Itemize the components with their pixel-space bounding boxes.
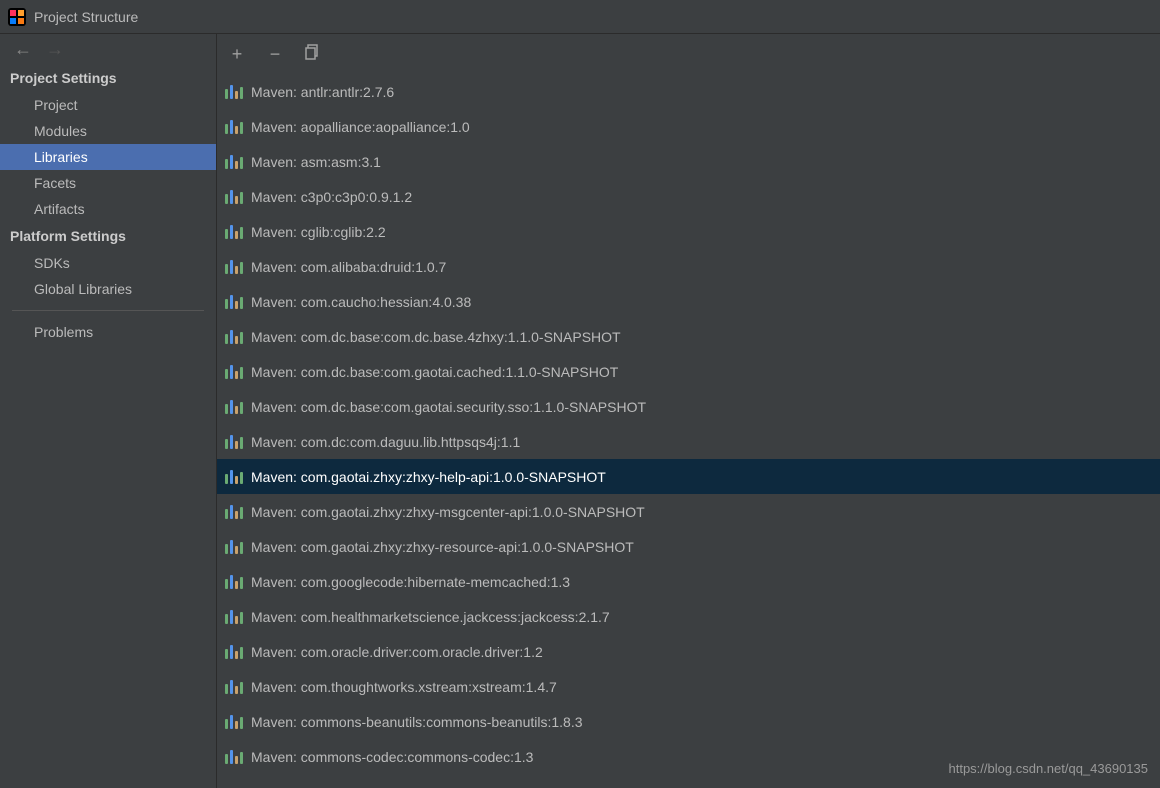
library-label: Maven: commons-beanutils:commons-beanuti… bbox=[251, 714, 583, 730]
main: ← → Project Settings Project Modules Lib… bbox=[0, 34, 1160, 788]
library-row[interactable]: Maven: com.thoughtworks.xstream:xstream:… bbox=[217, 669, 1160, 704]
sidebar-item-global-libraries[interactable]: Global Libraries bbox=[0, 276, 216, 302]
library-row[interactable]: Maven: com.caucho:hessian:4.0.38 bbox=[217, 284, 1160, 319]
library-icon bbox=[225, 610, 243, 624]
library-icon bbox=[225, 295, 243, 309]
library-label: Maven: com.gaotai.zhxy:zhxy-resource-api… bbox=[251, 539, 634, 555]
library-label: Maven: com.dc.base:com.gaotai.cached:1.1… bbox=[251, 364, 618, 380]
library-row[interactable]: Maven: com.googlecode:hibernate-memcache… bbox=[217, 564, 1160, 599]
sidebar-item-label: Libraries bbox=[34, 149, 88, 165]
forward-arrow-icon[interactable]: → bbox=[46, 39, 64, 60]
library-row[interactable]: Maven: com.gaotai.zhxy:zhxy-help-api:1.0… bbox=[217, 459, 1160, 494]
sidebar-item-label: Modules bbox=[34, 123, 87, 139]
library-icon bbox=[225, 505, 243, 519]
library-label: Maven: com.dc:com.daguu.lib.httpsqs4j:1.… bbox=[251, 434, 520, 450]
library-icon bbox=[225, 155, 243, 169]
library-label: Maven: com.thoughtworks.xstream:xstream:… bbox=[251, 679, 557, 695]
library-label: Maven: com.healthmarketscience.jackcess:… bbox=[251, 609, 610, 625]
sidebar-item-label: Artifacts bbox=[34, 201, 85, 217]
library-icon bbox=[225, 190, 243, 204]
section-header-project-settings: Project Settings bbox=[0, 64, 216, 92]
library-icon bbox=[225, 120, 243, 134]
nav-arrows: ← → bbox=[0, 34, 216, 64]
library-label: Maven: aopalliance:aopalliance:1.0 bbox=[251, 119, 470, 135]
sidebar-item-label: Problems bbox=[34, 324, 93, 340]
library-row[interactable]: Maven: commons-codec:commons-codec:1.3 bbox=[217, 739, 1160, 774]
library-row[interactable]: Maven: asm:asm:3.1 bbox=[217, 144, 1160, 179]
library-row[interactable]: Maven: com.dc.base:com.gaotai.cached:1.1… bbox=[217, 354, 1160, 389]
library-label: Maven: antlr:antlr:2.7.6 bbox=[251, 84, 394, 100]
library-row[interactable]: Maven: antlr:antlr:2.7.6 bbox=[217, 74, 1160, 109]
library-label: Maven: com.gaotai.zhxy:zhxy-help-api:1.0… bbox=[251, 469, 606, 485]
library-icon bbox=[225, 365, 243, 379]
library-icon bbox=[225, 750, 243, 764]
library-row[interactable]: Maven: com.gaotai.zhxy:zhxy-resource-api… bbox=[217, 529, 1160, 564]
library-label: Maven: com.gaotai.zhxy:zhxy-msgcenter-ap… bbox=[251, 504, 645, 520]
library-label: Maven: com.dc.base:com.gaotai.security.s… bbox=[251, 399, 646, 415]
toolbar: + − bbox=[217, 34, 1160, 74]
sidebar-item-label: Facets bbox=[34, 175, 76, 191]
library-icon bbox=[225, 330, 243, 344]
sidebar-divider bbox=[12, 310, 204, 311]
window-title: Project Structure bbox=[34, 9, 138, 25]
sidebar-item-sdks[interactable]: SDKs bbox=[0, 250, 216, 276]
app-icon bbox=[8, 8, 26, 26]
titlebar: Project Structure bbox=[0, 0, 1160, 34]
library-label: Maven: cglib:cglib:2.2 bbox=[251, 224, 386, 240]
library-icon bbox=[225, 400, 243, 414]
library-row[interactable]: Maven: com.healthmarketscience.jackcess:… bbox=[217, 599, 1160, 634]
add-button[interactable]: + bbox=[227, 44, 247, 65]
library-icon bbox=[225, 470, 243, 484]
sidebar-item-label: Project bbox=[34, 97, 78, 113]
library-row[interactable]: Maven: c3p0:c3p0:0.9.1.2 bbox=[217, 179, 1160, 214]
library-label: Maven: com.alibaba:druid:1.0.7 bbox=[251, 259, 446, 275]
library-icon bbox=[225, 435, 243, 449]
library-list[interactable]: Maven: antlr:antlr:2.7.6 Maven: aopallian… bbox=[217, 74, 1160, 788]
sidebar-item-label: SDKs bbox=[34, 255, 70, 271]
sidebar-item-label: Global Libraries bbox=[34, 281, 132, 297]
library-label: Maven: com.oracle.driver:com.oracle.driv… bbox=[251, 644, 543, 660]
library-row[interactable]: Maven: com.dc:com.daguu.lib.httpsqs4j:1.… bbox=[217, 424, 1160, 459]
library-row[interactable]: Maven: com.alibaba:druid:1.0.7 bbox=[217, 249, 1160, 284]
remove-button[interactable]: − bbox=[265, 44, 285, 65]
sidebar-item-artifacts[interactable]: Artifacts bbox=[0, 196, 216, 222]
library-row[interactable]: Maven: cglib:cglib:2.2 bbox=[217, 214, 1160, 249]
library-icon bbox=[225, 645, 243, 659]
sidebar-item-problems[interactable]: Problems bbox=[0, 319, 216, 345]
library-label: Maven: com.dc.base:com.dc.base.4zhxy:1.1… bbox=[251, 329, 621, 345]
library-icon bbox=[225, 575, 243, 589]
sidebar: ← → Project Settings Project Modules Lib… bbox=[0, 34, 217, 788]
library-label: Maven: c3p0:c3p0:0.9.1.2 bbox=[251, 189, 412, 205]
library-icon bbox=[225, 225, 243, 239]
library-row[interactable]: Maven: com.oracle.driver:com.oracle.driv… bbox=[217, 634, 1160, 669]
content: + − Maven: antlr:antlr:2.7.6 Maven: aopal… bbox=[217, 34, 1160, 788]
back-arrow-icon[interactable]: ← bbox=[14, 39, 32, 60]
library-row[interactable]: Maven: com.dc.base:com.dc.base.4zhxy:1.1… bbox=[217, 319, 1160, 354]
library-icon bbox=[225, 85, 243, 99]
library-icon bbox=[225, 260, 243, 274]
sidebar-item-modules[interactable]: Modules bbox=[0, 118, 216, 144]
library-icon bbox=[225, 540, 243, 554]
library-icon bbox=[225, 715, 243, 729]
library-label: Maven: com.googlecode:hibernate-memcache… bbox=[251, 574, 570, 590]
library-icon bbox=[225, 680, 243, 694]
library-row[interactable]: Maven: com.dc.base:com.gaotai.security.s… bbox=[217, 389, 1160, 424]
library-row[interactable]: Maven: commons-beanutils:commons-beanuti… bbox=[217, 704, 1160, 739]
sidebar-item-project[interactable]: Project bbox=[0, 92, 216, 118]
sidebar-item-facets[interactable]: Facets bbox=[0, 170, 216, 196]
copy-button[interactable] bbox=[303, 44, 323, 65]
library-label: Maven: commons-codec:commons-codec:1.3 bbox=[251, 749, 533, 765]
sidebar-item-libraries[interactable]: Libraries bbox=[0, 144, 216, 170]
library-row[interactable]: Maven: aopalliance:aopalliance:1.0 bbox=[217, 109, 1160, 144]
library-label: Maven: asm:asm:3.1 bbox=[251, 154, 381, 170]
section-header-platform-settings: Platform Settings bbox=[0, 222, 216, 250]
library-label: Maven: com.caucho:hessian:4.0.38 bbox=[251, 294, 471, 310]
library-row[interactable]: Maven: com.gaotai.zhxy:zhxy-msgcenter-ap… bbox=[217, 494, 1160, 529]
